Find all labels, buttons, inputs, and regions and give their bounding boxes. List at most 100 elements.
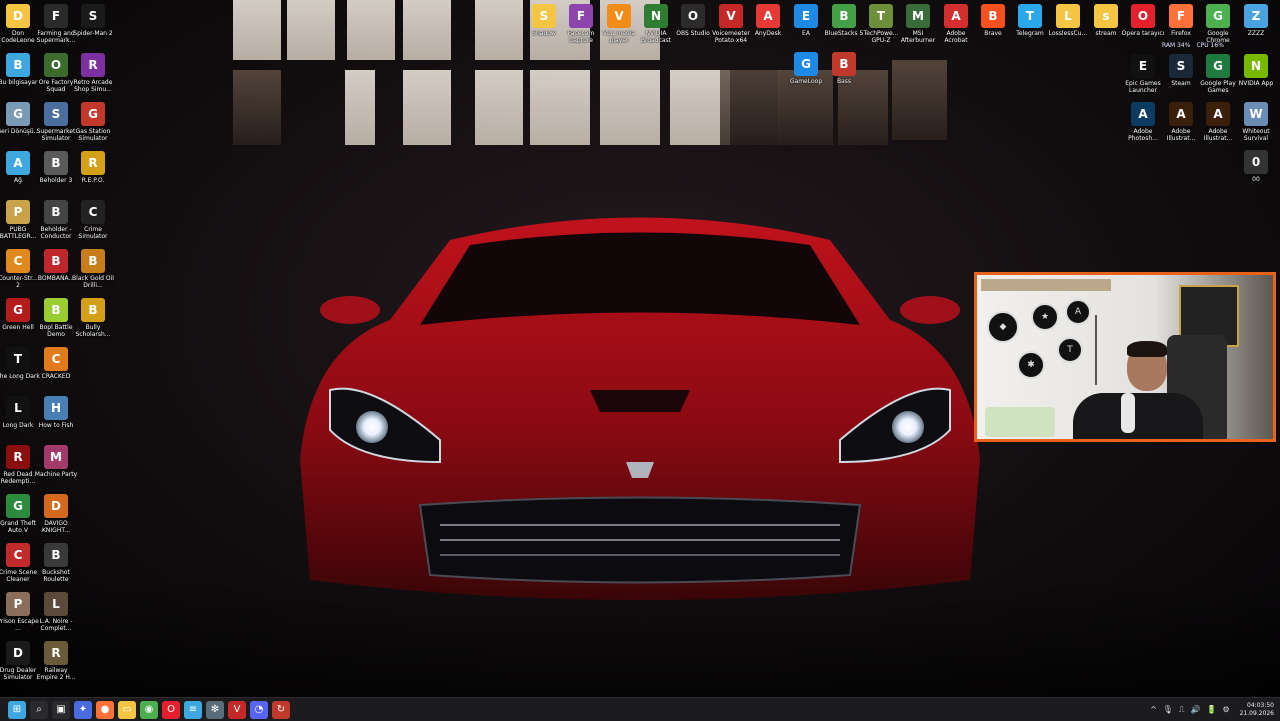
wallpaper-red-car bbox=[300, 217, 980, 600]
desktop-shortcut[interactable]: L LosslessCu... bbox=[1048, 4, 1088, 37]
desktop-shortcut[interactable]: T The Long Dark bbox=[0, 347, 40, 380]
desktop-shortcut[interactable]: F Firefox bbox=[1161, 4, 1201, 37]
desktop-shortcut[interactable]: M Machine Party bbox=[35, 445, 77, 478]
machine-party-icon: M bbox=[44, 445, 68, 469]
vlc-icon: V bbox=[607, 4, 631, 28]
desktop-shortcut[interactable]: B Buckshot Roulette bbox=[36, 543, 76, 583]
refresh-icon[interactable]: ↻ bbox=[272, 700, 290, 719]
voicemeeter-icon[interactable]: V bbox=[228, 700, 246, 719]
desktop-shortcut[interactable]: O Ore Factory Squad bbox=[36, 53, 76, 93]
desktop-shortcut[interactable]: R Railway Empire 2 H... bbox=[36, 641, 76, 681]
desktop-shortcut[interactable]: B Black Gold Oil Drilli... bbox=[72, 249, 114, 289]
desktop-shortcut[interactable]: A Ağ bbox=[0, 151, 38, 184]
desktop-shortcut[interactable]: L L.A. Noire - Complet... bbox=[36, 592, 76, 632]
copilot-icon[interactable]: ✦ bbox=[74, 700, 92, 719]
desktop-shortcut[interactable]: F Facecam Capture bbox=[561, 4, 601, 44]
desktop-shortcut[interactable]: O Opera tarayıcı bbox=[1122, 4, 1164, 37]
settings-icon[interactable]: ✻ bbox=[206, 700, 224, 719]
desktop-shortcut[interactable]: B Beholder 3 bbox=[36, 151, 76, 184]
webcam-overlay: ◆ ★ A ✱ T bbox=[974, 272, 1276, 442]
desktop-shortcut[interactable]: B Bass bbox=[824, 52, 864, 85]
bully-icon: B bbox=[81, 298, 105, 322]
desktop-shortcut[interactable]: L Long Dark bbox=[0, 396, 38, 429]
desktop-shortcut[interactable]: B BOMBANA... bbox=[36, 249, 76, 282]
file-explorer-icon[interactable]: ▭ bbox=[118, 700, 136, 719]
desktop-shortcut[interactable]: G Google Chrome bbox=[1198, 4, 1238, 44]
desktop-shortcut[interactable]: E EA bbox=[786, 4, 826, 37]
desktop-shortcut[interactable]: G Gas Station Simulator bbox=[73, 102, 113, 142]
desktop-shortcut[interactable]: F Farming and Supermark... bbox=[36, 4, 76, 44]
desktop-shortcut[interactable]: S Steam bbox=[1161, 54, 1201, 87]
task-view-icon[interactable]: ▣ bbox=[52, 700, 70, 719]
desktop-shortcut[interactable]: C Counter-Str... 2 bbox=[0, 249, 38, 289]
person-body bbox=[1073, 393, 1203, 439]
desktop-shortcut[interactable]: A Adobe Acrobat bbox=[936, 4, 976, 44]
desktop-shortcut[interactable]: P PUBG BATTLEGR... bbox=[0, 200, 38, 240]
desktop-shortcut[interactable]: P Prison Escape ... bbox=[0, 592, 39, 632]
bass-icon: B bbox=[832, 52, 856, 76]
settings-tray-icon[interactable]: ⚙ bbox=[1222, 705, 1229, 714]
start-button[interactable]: ⊞ bbox=[8, 700, 26, 719]
desktop-shortcut[interactable]: V VLC media player bbox=[599, 4, 639, 44]
desktop-shortcut[interactable]: A AnyDesk bbox=[748, 4, 788, 37]
desktop-shortcut[interactable]: R Red Dead Redempti... bbox=[0, 445, 38, 485]
desktop-shortcut[interactable]: 0 00 bbox=[1236, 150, 1276, 183]
desktop-shortcut[interactable]: A Adobe Illustrat... bbox=[1198, 102, 1238, 142]
desktop-shortcut[interactable]: D DAVIGO KNIGHT... bbox=[36, 494, 76, 534]
desktop-shortcut[interactable]: s stream bbox=[1086, 4, 1126, 37]
desktop-shortcut[interactable]: B Bopl Battle Demo bbox=[36, 298, 76, 338]
desktop-shortcut[interactable]: T TechPowe... GPU-Z bbox=[861, 4, 901, 44]
desktop-shortcut[interactable]: G GameLoop bbox=[786, 52, 826, 85]
volume-icon[interactable]: 🔊 bbox=[1191, 705, 1201, 714]
desktop-shortcut[interactable]: E Epic Games Launcher bbox=[1123, 54, 1163, 94]
notepad-icon[interactable]: ≡ bbox=[184, 700, 202, 719]
microphone-icon[interactable]: 🎙 bbox=[1163, 705, 1173, 714]
desktop-shortcut[interactable]: A Adobe Photosh... bbox=[1123, 102, 1163, 142]
battery-icon[interactable]: 🔋 bbox=[1207, 705, 1217, 714]
desktop-shortcut[interactable]: C CRACKED bbox=[36, 347, 76, 380]
desktop-shortcut[interactable]: B Beholder - Conductor bbox=[36, 200, 76, 240]
chrome-icon[interactable]: ◉ bbox=[140, 700, 158, 719]
discord-icon[interactable]: ◔ bbox=[250, 700, 268, 719]
desktop-shortcut[interactable]: B Bu bilgisayar bbox=[0, 53, 38, 86]
desktop-shortcut[interactable]: B Bully Scholarsh... bbox=[73, 298, 113, 338]
folder-icon: S bbox=[532, 4, 556, 28]
desktop-shortcut[interactable]: G Grand Theft Auto V bbox=[0, 494, 38, 534]
tray-overflow-icon[interactable]: ^ bbox=[1150, 705, 1157, 714]
firefox-icon[interactable]: ● bbox=[96, 700, 114, 719]
desktop-shortcut[interactable]: V Voicemeeter Potato x64 bbox=[711, 4, 751, 44]
clock[interactable]: 04:03:50 21.09.2026 bbox=[1240, 702, 1274, 718]
desktop-shortcut[interactable]: C Crime Scene Cleaner bbox=[0, 543, 38, 583]
search-icon[interactable]: ⌕ bbox=[30, 700, 48, 719]
desktop-shortcut[interactable]: G Green Hell bbox=[0, 298, 38, 331]
desktop-shortcut[interactable]: C Crime Simulator bbox=[73, 200, 113, 240]
desktop-shortcut[interactable]: G Google Play Games bbox=[1198, 54, 1238, 94]
cracked-icon: C bbox=[44, 347, 68, 371]
desktop-shortcut[interactable]: N NVIDIA Broadcast bbox=[636, 4, 676, 44]
desktop-shortcut[interactable]: D Drug Dealer Simulator bbox=[0, 641, 38, 681]
desktop-shortcut[interactable]: S Supermarket Simulator bbox=[36, 102, 76, 142]
whiteout-icon: W bbox=[1244, 102, 1268, 126]
desktop-shortcut[interactable]: R Retro Arcade Shop Simu... bbox=[73, 53, 113, 93]
desktop-shortcut[interactable]: W Whiteout Survival bbox=[1236, 102, 1276, 142]
system-stats-overlay: RAM 34% CPU 16% bbox=[1162, 42, 1224, 49]
desktop-shortcut[interactable]: S Spider-Man 2 bbox=[73, 4, 113, 37]
desktop-shortcut[interactable]: T Telegram bbox=[1010, 4, 1050, 37]
bluestacks-icon: B bbox=[832, 4, 856, 28]
desktop-shortcut[interactable]: Z ZZZZ bbox=[1236, 4, 1276, 37]
desktop-shortcut[interactable]: H How to Fish bbox=[36, 396, 76, 429]
desktop-shortcut[interactable]: S Shadow bbox=[524, 4, 564, 37]
desktop-shortcut[interactable]: D Don CodeLeone bbox=[0, 4, 38, 44]
desktop-shortcut[interactable]: O OBS Studio bbox=[673, 4, 713, 37]
desktop-shortcut[interactable]: M MSI Afterburner bbox=[898, 4, 938, 44]
desktop-shortcut[interactable]: R R.E.P.O. bbox=[73, 151, 113, 184]
unreal-icon: D bbox=[6, 641, 30, 665]
desktop-shortcut[interactable]: N NVIDIA App bbox=[1236, 54, 1276, 87]
desktop-shortcut[interactable]: B BlueStacks 5 bbox=[824, 4, 864, 37]
desktop-shortcut[interactable]: A Adobe Illustrat... bbox=[1161, 102, 1201, 142]
desktop-shortcut[interactable]: G Geri Dönüşü... bbox=[0, 102, 39, 135]
desktop-shortcut[interactable]: B Brave bbox=[973, 4, 1013, 37]
desktop-shortcut-label: Whiteout Survival bbox=[1242, 128, 1270, 142]
opera-icon[interactable]: O bbox=[162, 700, 180, 719]
network-icon[interactable]: ⎍ bbox=[1179, 705, 1185, 715]
